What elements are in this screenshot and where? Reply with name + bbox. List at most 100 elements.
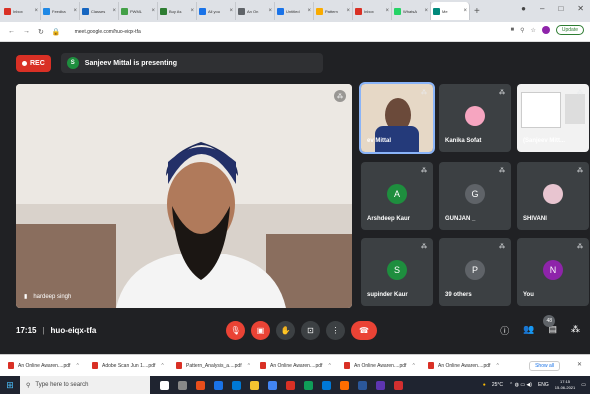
participant-tile[interactable]: ⁂ SHIVANI — [517, 162, 589, 230]
browser-tab[interactable]: Feedba × — [41, 2, 80, 20]
close-tab-icon[interactable]: × — [346, 8, 350, 14]
download-item[interactable]: Pattern_Analysis_a....pdf ^ — [176, 362, 260, 369]
app4-icon[interactable] — [376, 380, 385, 390]
close-tab-icon[interactable]: × — [307, 8, 311, 14]
participant-tile[interactable]: P ⁂ 39 others — [439, 238, 511, 306]
download-item[interactable]: An Online Awaren....pdf ^ — [8, 362, 92, 369]
taskbar-search[interactable]: ⚲ Type here to search — [20, 376, 150, 394]
file-explorer-icon[interactable] — [250, 380, 259, 390]
close-window-icon[interactable]: ✕ — [577, 4, 584, 13]
mail-icon[interactable] — [214, 380, 223, 390]
info-icon[interactable]: ⓘ — [500, 324, 509, 337]
participant-tile[interactable]: ⁂ Kanika Sofat — [439, 84, 511, 152]
close-tab-icon[interactable]: × — [385, 8, 389, 14]
close-downloads-icon[interactable]: ✕ — [577, 361, 582, 368]
app2-icon[interactable] — [304, 380, 313, 390]
camera-toggle-button[interactable]: ▣ — [251, 321, 270, 340]
url-field[interactable]: meet.google.com/huo-eiqx-tfa — [75, 29, 141, 35]
raise-hand-button[interactable]: ✋ — [276, 321, 295, 340]
close-tab-icon[interactable]: × — [424, 8, 428, 14]
chevron-up-icon[interactable]: ^ — [328, 363, 330, 369]
cortana-icon[interactable] — [160, 380, 169, 390]
close-tab-icon[interactable]: × — [268, 8, 272, 14]
close-tab-icon[interactable]: × — [190, 8, 194, 14]
chevron-up-icon[interactable]: ^ — [76, 363, 78, 369]
app-icon[interactable] — [286, 380, 295, 390]
pin-icon[interactable]: ▮ — [24, 293, 27, 300]
star-icon[interactable]: ☆ — [530, 27, 535, 34]
participant-avatar: A — [387, 184, 407, 204]
forward-icon[interactable]: → — [23, 28, 30, 35]
update-button[interactable]: Update — [555, 25, 584, 35]
edge-icon[interactable] — [322, 380, 331, 390]
presenting-banner[interactable]: S Sanjeev Mittal is presenting — [60, 53, 323, 73]
browser-tab[interactable]: Untitled × — [275, 2, 314, 20]
chevron-up-icon[interactable]: ^ — [248, 363, 250, 369]
main-video-tile[interactable]: ⁂ ▮ hardeep singh — [16, 84, 352, 308]
reload-icon[interactable]: ↻ — [38, 28, 44, 36]
tab-title: WhatsA — [403, 8, 418, 14]
chevron-up-icon[interactable]: ^ — [412, 363, 414, 369]
notification-icon[interactable]: ▭ — [581, 382, 586, 388]
present-button[interactable]: ⊡ — [301, 321, 320, 340]
close-tab-icon[interactable]: × — [73, 8, 77, 14]
word-icon[interactable] — [358, 380, 367, 390]
download-item[interactable]: An Online Awaren....pdf ^ — [344, 362, 428, 369]
participant-tile[interactable]: S ⁂ supinder Kaur — [361, 238, 433, 306]
app3-icon[interactable] — [340, 380, 349, 390]
zoom-icon[interactable]: ⚲ — [520, 27, 524, 34]
browser-tab[interactable]: WhatsA × — [392, 2, 431, 20]
close-tab-icon[interactable]: × — [112, 8, 116, 14]
participant-tile[interactable]: G ⁂ GUNJAN _ — [439, 162, 511, 230]
mic-toggle-button[interactable]: 🎙 — [226, 321, 245, 340]
camera-icon[interactable]: ■ — [510, 27, 514, 33]
extension-icon[interactable] — [541, 26, 550, 34]
windows-start-icon[interactable]: ⊞ — [0, 380, 20, 391]
task-view-icon[interactable] — [178, 380, 187, 390]
browser-tab[interactable]: Inbox × — [353, 2, 392, 20]
browser-tab[interactable]: Me × — [431, 2, 470, 20]
chevron-up-icon[interactable]: ^ — [496, 363, 498, 369]
pdf-icon — [344, 362, 350, 369]
download-filename: An Online Awaren....pdf — [438, 362, 491, 369]
profile-icon[interactable]: ● — [521, 4, 526, 13]
chrome-icon[interactable] — [268, 380, 277, 390]
activities-icon[interactable]: ⁂ — [571, 324, 580, 337]
browser-tab[interactable]: Buy As × — [158, 2, 197, 20]
close-tab-icon[interactable]: × — [463, 8, 467, 14]
browser-tab[interactable]: All you × — [197, 2, 236, 20]
participant-tile[interactable]: ⁂ (Sanjeev Mitt... — [517, 84, 589, 152]
tray-icons[interactable]: ⌃ ◍ ▭ ◀) — [509, 382, 532, 388]
close-tab-icon[interactable]: × — [34, 8, 38, 14]
browser-tab[interactable]: Classes × — [80, 2, 119, 20]
browser-tab[interactable]: Pattern × — [314, 2, 353, 20]
minimize-icon[interactable]: – — [540, 4, 544, 13]
browser-tab[interactable]: Inbox × — [2, 2, 41, 20]
tab-favicon — [160, 7, 167, 15]
chevron-up-icon[interactable]: ^ — [161, 363, 163, 369]
acrobat-icon[interactable] — [394, 380, 403, 390]
office-icon[interactable] — [196, 380, 205, 390]
people-button[interactable]: 👥 48 — [523, 315, 556, 337]
participant-tile[interactable]: N ⁂ You — [517, 238, 589, 306]
tab-title: All you — [208, 8, 221, 14]
close-tab-icon[interactable]: × — [151, 8, 155, 14]
download-item[interactable]: An Online Awaren....pdf ^ — [260, 362, 344, 369]
store-icon[interactable] — [232, 380, 241, 390]
clock[interactable]: 17:15 15-06-2021 — [555, 379, 575, 391]
mic-muted-icon: ⁂ — [499, 168, 505, 174]
new-tab-icon[interactable]: + — [474, 6, 480, 17]
participant-tile[interactable]: A ⁂ Arshdeep Kaur — [361, 162, 433, 230]
download-item[interactable]: Adobe Scan Jun 1....pdf ^ — [92, 362, 176, 369]
more-options-button[interactable]: ⋮ — [326, 321, 345, 340]
close-tab-icon[interactable]: × — [229, 8, 233, 14]
browser-tab[interactable]: An On × — [236, 2, 275, 20]
leave-call-button[interactable]: ☎ — [351, 321, 377, 340]
show-all-button[interactable]: Show all — [529, 361, 560, 371]
language-indicator[interactable]: ENG — [538, 382, 549, 388]
maximize-icon[interactable]: □ — [558, 4, 563, 13]
download-item[interactable]: An Online Awaren....pdf ^ — [428, 362, 512, 369]
browser-tab[interactable]: PWML × — [119, 2, 158, 20]
participant-tile[interactable]: ⁂ ev Mittal — [359, 82, 435, 154]
back-icon[interactable]: ← — [8, 28, 15, 35]
